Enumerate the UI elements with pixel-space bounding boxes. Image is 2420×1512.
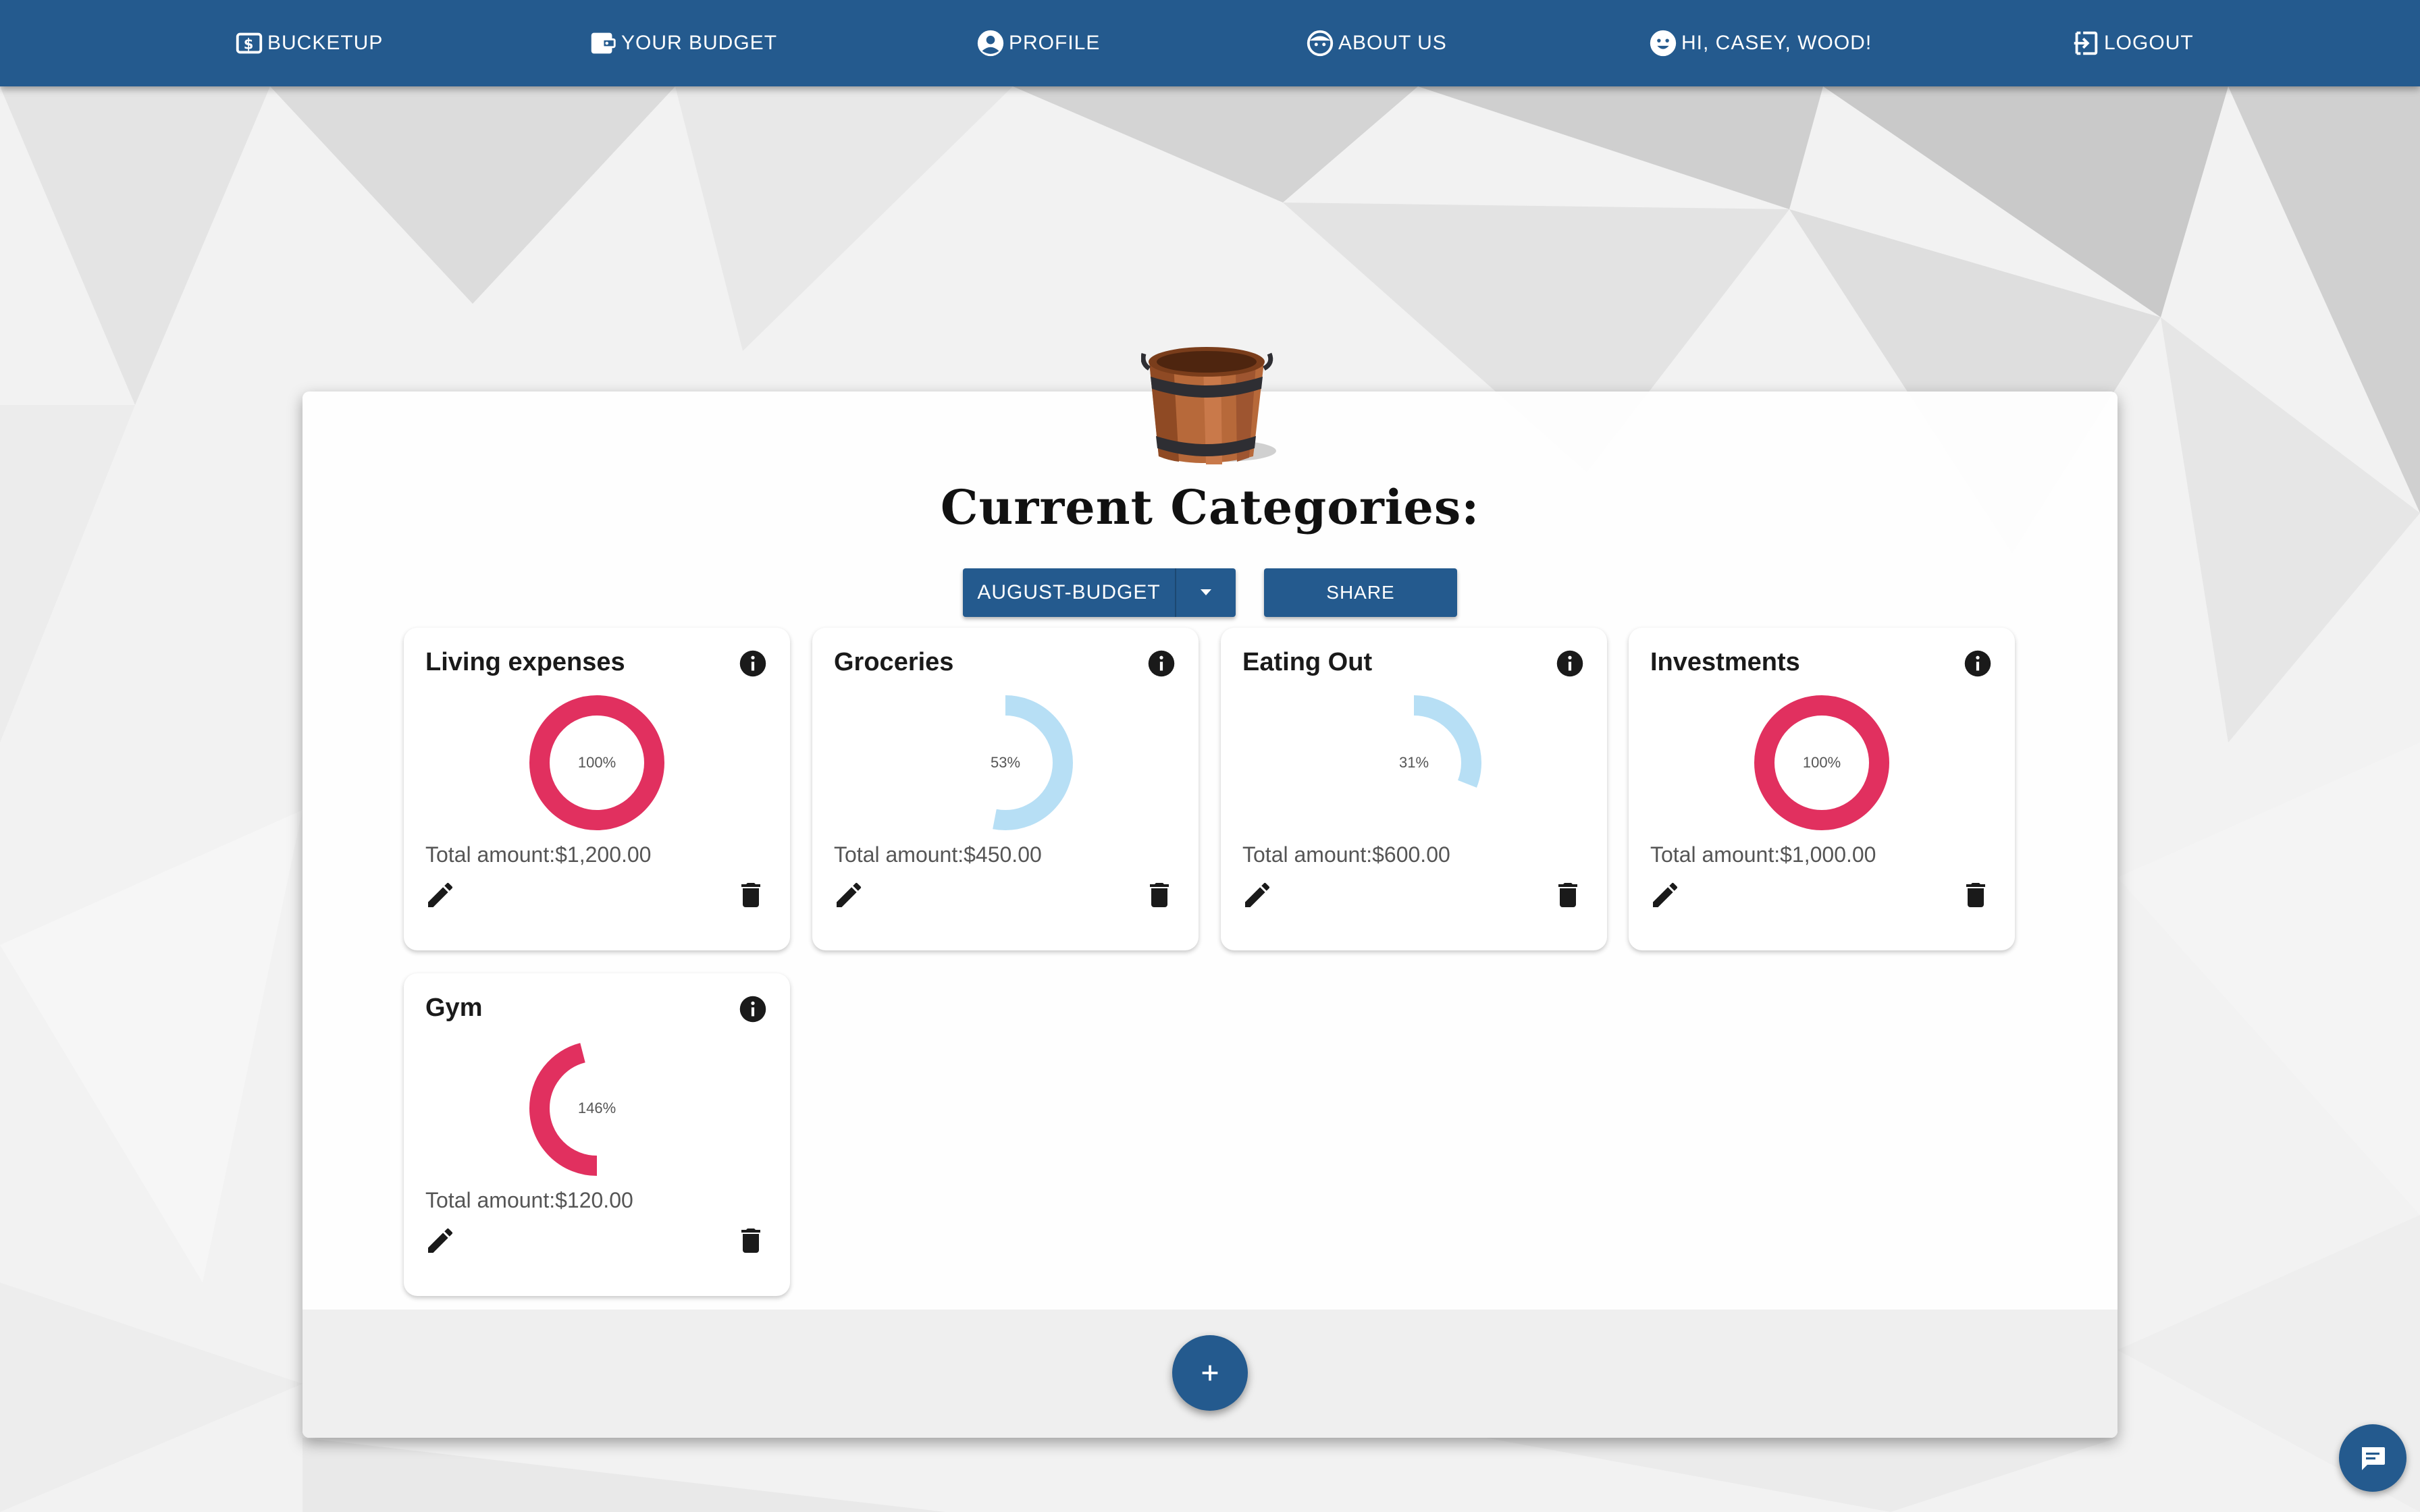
svg-text:$: $: [244, 36, 255, 53]
category-total: Total amount:$450.00: [834, 842, 1042, 867]
info-icon[interactable]: [1147, 649, 1176, 678]
category-card: Investments 100% Total amount:$1,000.00: [1629, 628, 2015, 950]
pencil-icon[interactable]: [424, 879, 456, 911]
page-title: Current Categories:: [940, 479, 1480, 535]
category-percent: 146%: [577, 1100, 616, 1116]
nav-greeting-label: HI, CASEY, WOOD!: [1681, 32, 1872, 54]
category-total: Total amount:$1,200.00: [425, 842, 652, 867]
trash-icon[interactable]: [735, 1224, 767, 1257]
bucket-logo: [1141, 347, 1276, 464]
logout-icon: [2074, 31, 2098, 55]
nav-logout-label: LOGOUT: [2104, 32, 2194, 54]
share-button[interactable]: SHARE: [1264, 568, 1457, 617]
nav-profile-label: PROFILE: [1009, 32, 1101, 54]
wallet-icon: [591, 32, 616, 54]
budget-select[interactable]: AUGUST-BUDGET: [963, 568, 1236, 617]
category-total: Total amount:$120.00: [425, 1188, 633, 1212]
info-icon[interactable]: [739, 995, 767, 1023]
pencil-icon[interactable]: [833, 879, 865, 911]
category-name: Eating Out: [1242, 648, 1373, 676]
category-percent: 100%: [1802, 754, 1841, 771]
category-total: Total amount:$600.00: [1242, 842, 1450, 867]
pencil-icon[interactable]: [424, 1224, 456, 1257]
info-icon[interactable]: [1556, 649, 1584, 678]
nav-profile[interactable]: PROFILE: [975, 27, 1100, 59]
category-card: Living expenses 100% Total amount:$1,200…: [404, 628, 790, 950]
caret-down-icon[interactable]: [1176, 568, 1236, 617]
category-percent: 53%: [990, 754, 1021, 771]
chat-button[interactable]: [2339, 1424, 2406, 1492]
category-card: Groceries 53% Total amount:$450.00: [812, 628, 1199, 950]
category-name: Groceries: [834, 648, 954, 676]
nav-brand-label: BUCKETUP: [267, 32, 384, 54]
smiley-icon: [1650, 30, 1677, 57]
nav-your-budget[interactable]: YOUR BUDGET: [587, 27, 777, 59]
trash-icon[interactable]: [735, 879, 767, 911]
trash-icon[interactable]: [1552, 879, 1584, 911]
plus-icon: [1202, 1365, 1218, 1381]
dollar-icon: $: [236, 32, 263, 54]
category-card: Gym 146% Total amount:$120.00: [404, 973, 790, 1296]
nav-brand[interactable]: $ BUCKETUP: [234, 27, 383, 59]
nav-about-label: ABOUT US: [1338, 32, 1447, 54]
nav-greeting[interactable]: HI, CASEY, WOOD!: [1648, 27, 1872, 59]
face-icon: [1307, 30, 1334, 57]
trash-icon[interactable]: [1143, 879, 1176, 911]
pencil-icon[interactable]: [1241, 879, 1273, 911]
info-icon[interactable]: [1964, 649, 1992, 678]
nav-your-budget-label: YOUR BUDGET: [621, 32, 778, 54]
category-name: Investments: [1650, 648, 1800, 676]
category-percent: 100%: [577, 754, 616, 771]
top-navbar: $ BUCKETUP YOUR BUDGET PROFILE ABOUT US …: [0, 0, 2420, 86]
nav-logout[interactable]: LOGOUT: [2070, 27, 2194, 59]
pencil-icon[interactable]: [1649, 879, 1681, 911]
category-name: Gym: [425, 994, 483, 1022]
category-total: Total amount:$1,000.00: [1650, 842, 1876, 867]
info-icon[interactable]: [739, 649, 767, 678]
budget-select-label: AUGUST-BUDGET: [963, 568, 1176, 617]
category-card: Eating Out 31% Total amount:$600.00: [1221, 628, 1607, 950]
trash-icon[interactable]: [1959, 879, 1992, 911]
category-name: Living expenses: [425, 648, 625, 676]
add-category-button[interactable]: [1172, 1335, 1248, 1411]
chat-icon: [2362, 1447, 2385, 1470]
nav-about[interactable]: ABOUT US: [1305, 27, 1447, 59]
category-percent: 31%: [1398, 754, 1429, 771]
account-circle-icon: [977, 30, 1004, 57]
